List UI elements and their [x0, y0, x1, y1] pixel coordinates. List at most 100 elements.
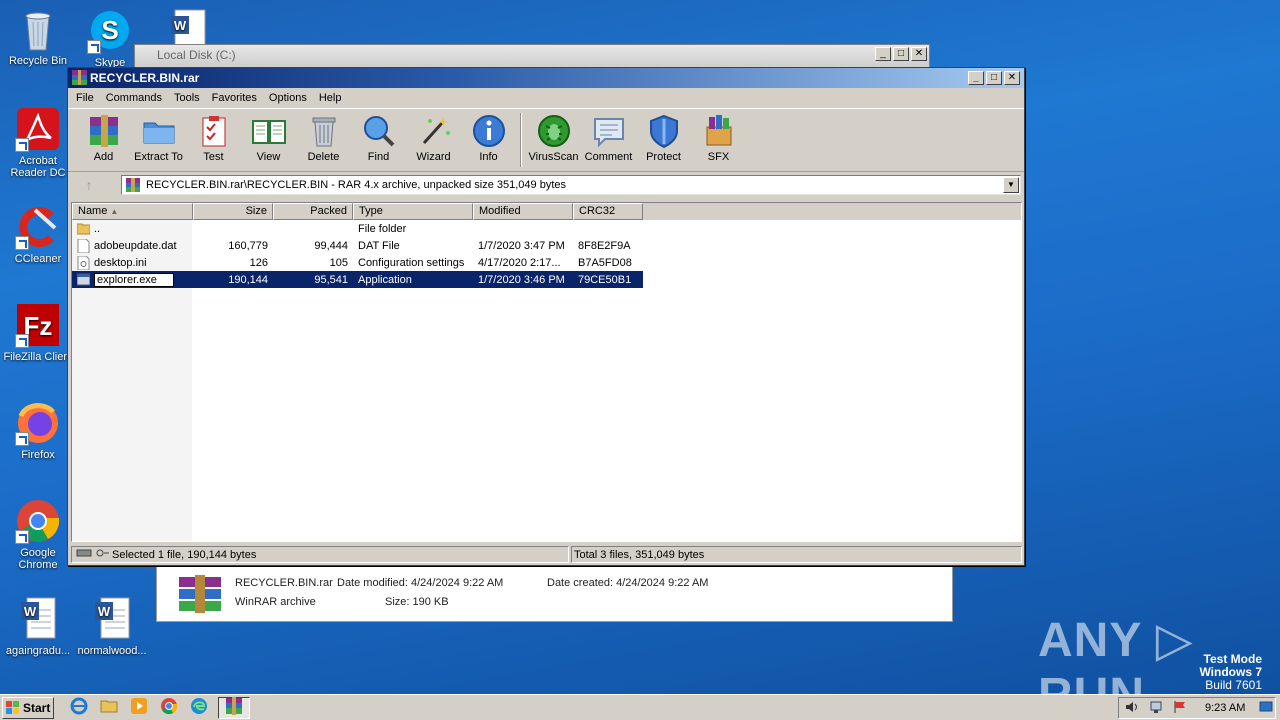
- virusscan-button[interactable]: VirusScan: [526, 113, 581, 163]
- arrow-up-icon: ↑: [85, 177, 93, 193]
- window-title: Local Disk (C:): [157, 48, 236, 62]
- taskbar-ie[interactable]: [68, 697, 90, 719]
- test-mode-watermark: Test Mode Windows 7 Build 7601: [1199, 653, 1262, 692]
- desktop-icon-filezilla[interactable]: Fz FileZilla Client: [0, 302, 76, 363]
- file-list[interactable]: Name ▲ Size Packed Type Modified CRC32 .…: [71, 202, 1022, 542]
- winrar-window[interactable]: RECYCLER.BIN.rar _ □ ✕ File Commands Too…: [67, 67, 1025, 566]
- winrar-app-icon: [72, 70, 87, 85]
- taskbar-explorer[interactable]: [98, 697, 120, 719]
- file-modified: 1/7/2020 3:47 PM: [478, 239, 565, 252]
- sfx-button[interactable]: SFX: [691, 113, 746, 163]
- sort-ascending-icon: ▲: [110, 207, 119, 216]
- maximize-button[interactable]: □: [986, 71, 1002, 85]
- table-row-selected[interactable]: explorer.exe 190,144 95,541 Application …: [72, 271, 643, 288]
- start-button[interactable]: Start: [2, 696, 54, 719]
- windows-logo-icon: [6, 700, 20, 715]
- maximize-button[interactable]: □: [893, 47, 909, 61]
- filezilla-icon: Fz: [15, 302, 61, 348]
- drive-icon: [76, 548, 112, 561]
- volume-icon[interactable]: [1125, 700, 1141, 717]
- desktop-icon-ccleaner[interactable]: CCleaner: [0, 204, 76, 265]
- test-button[interactable]: Test: [186, 113, 241, 163]
- column-header-crc32[interactable]: CRC32: [573, 203, 643, 220]
- desktop-icon-label: Acrobat Reader DC: [10, 155, 66, 179]
- taskbar-chrome[interactable]: [158, 697, 180, 719]
- tool-label: Protect: [646, 151, 681, 163]
- protect-button[interactable]: Protect: [636, 113, 691, 163]
- svg-text:S: S: [101, 15, 118, 45]
- file-packed: 105: [329, 256, 348, 269]
- taskbar-media-player[interactable]: [128, 697, 150, 719]
- wizard-button[interactable]: Wizard: [406, 113, 461, 163]
- table-row[interactable]: desktop.ini 126 105 Configuration settin…: [72, 254, 1021, 271]
- trash-icon: [306, 113, 342, 149]
- menu-help[interactable]: Help: [313, 92, 348, 104]
- minimize-button[interactable]: _: [875, 47, 891, 61]
- taskbar-winrar[interactable]: [218, 696, 250, 719]
- desktop-icon-word-1[interactable]: W againgradu...: [0, 596, 76, 657]
- tool-label: Comment: [584, 151, 633, 163]
- menu-file[interactable]: File: [70, 92, 100, 104]
- info-button[interactable]: Info: [461, 113, 516, 163]
- address-dropdown-button[interactable]: ▼: [1003, 177, 1019, 193]
- explorer-titlebar[interactable]: Local Disk (C:) _ □ ✕: [135, 45, 929, 65]
- file-icon: [77, 238, 90, 253]
- view-button[interactable]: View: [241, 113, 296, 163]
- details-created: Date created: 4/24/2024 9:22 AM: [547, 577, 709, 589]
- column-header-name[interactable]: Name ▲: [72, 203, 193, 220]
- taskbar-edge[interactable]: [188, 697, 210, 719]
- menu-favorites[interactable]: Favorites: [206, 92, 263, 104]
- desktop-icon-word-2[interactable]: W normalwood...: [74, 596, 150, 657]
- file-modified: 4/17/2020 2:17...: [478, 256, 561, 269]
- comment-button[interactable]: Comment: [581, 113, 636, 163]
- clock[interactable]: 9:23 AM: [1205, 702, 1245, 714]
- tool-label: Add: [93, 151, 114, 163]
- rename-input[interactable]: explorer.exe: [94, 272, 174, 287]
- skype-icon: S: [87, 8, 133, 54]
- file-size: 160,779: [228, 239, 268, 252]
- file-details-pane: RECYCLER.BIN.rar Date modified: 4/24/202…: [156, 566, 953, 622]
- flag-icon[interactable]: [1173, 700, 1187, 717]
- svg-text:W: W: [24, 604, 37, 619]
- word-document-icon: W: [89, 596, 135, 642]
- desktop-icon-acrobat[interactable]: Acrobat Reader DC: [0, 106, 76, 179]
- minimize-button[interactable]: _: [968, 71, 984, 85]
- desktop-icon-recycle-bin[interactable]: Recycle Bin: [0, 6, 76, 67]
- add-button[interactable]: Add: [76, 113, 131, 163]
- column-header-size[interactable]: Size: [193, 203, 273, 220]
- status-bar: Selected 1 file, 190,144 bytes Total 3 f…: [71, 545, 1022, 564]
- edge-icon: [190, 697, 208, 718]
- table-row[interactable]: .. File folder: [72, 220, 1021, 237]
- window-title: RECYCLER.BIN.rar: [90, 71, 200, 85]
- desktop-icon-label: CCleaner: [14, 253, 62, 265]
- close-button[interactable]: ✕: [911, 47, 927, 61]
- taskbar: Start 9:23 AM: [0, 694, 1280, 720]
- column-header-type[interactable]: Type: [353, 203, 473, 220]
- address-text: RECYCLER.BIN.rar\RECYCLER.BIN - RAR 4.x …: [146, 179, 566, 191]
- winrar-titlebar[interactable]: RECYCLER.BIN.rar _ □ ✕: [68, 68, 1024, 88]
- toolbar: Add Extract To Test View Delete Find Wiz…: [68, 108, 1024, 172]
- chrome-icon: [160, 697, 178, 718]
- menu-commands[interactable]: Commands: [100, 92, 168, 104]
- file-name: ..: [94, 222, 101, 235]
- word-document-icon: W: [15, 596, 61, 642]
- tool-label: Delete: [307, 151, 340, 163]
- book-icon: [251, 113, 287, 149]
- wand-icon: [416, 113, 452, 149]
- table-row[interactable]: adobeupdate.dat 160,779 99,444 DAT File …: [72, 237, 1021, 254]
- menu-options[interactable]: Options: [263, 92, 313, 104]
- menu-tools[interactable]: Tools: [168, 92, 206, 104]
- network-icon[interactable]: [1149, 700, 1165, 717]
- close-button[interactable]: ✕: [1004, 71, 1020, 85]
- extract-to-button[interactable]: Extract To: [131, 113, 186, 163]
- column-header-packed[interactable]: Packed: [273, 203, 353, 220]
- address-bar[interactable]: RECYCLER.BIN.rar\RECYCLER.BIN - RAR 4.x …: [121, 175, 1021, 195]
- column-header-modified[interactable]: Modified: [473, 203, 573, 220]
- delete-button[interactable]: Delete: [296, 113, 351, 163]
- show-desktop-icon[interactable]: [1259, 700, 1273, 717]
- find-button[interactable]: Find: [351, 113, 406, 163]
- up-folder-button[interactable]: ↑: [71, 175, 107, 195]
- desktop-icon-chrome[interactable]: Google Chrome: [0, 498, 76, 571]
- desktop-icon-firefox[interactable]: Firefox: [0, 400, 76, 461]
- file-crc32: 79CE50B1: [578, 273, 632, 286]
